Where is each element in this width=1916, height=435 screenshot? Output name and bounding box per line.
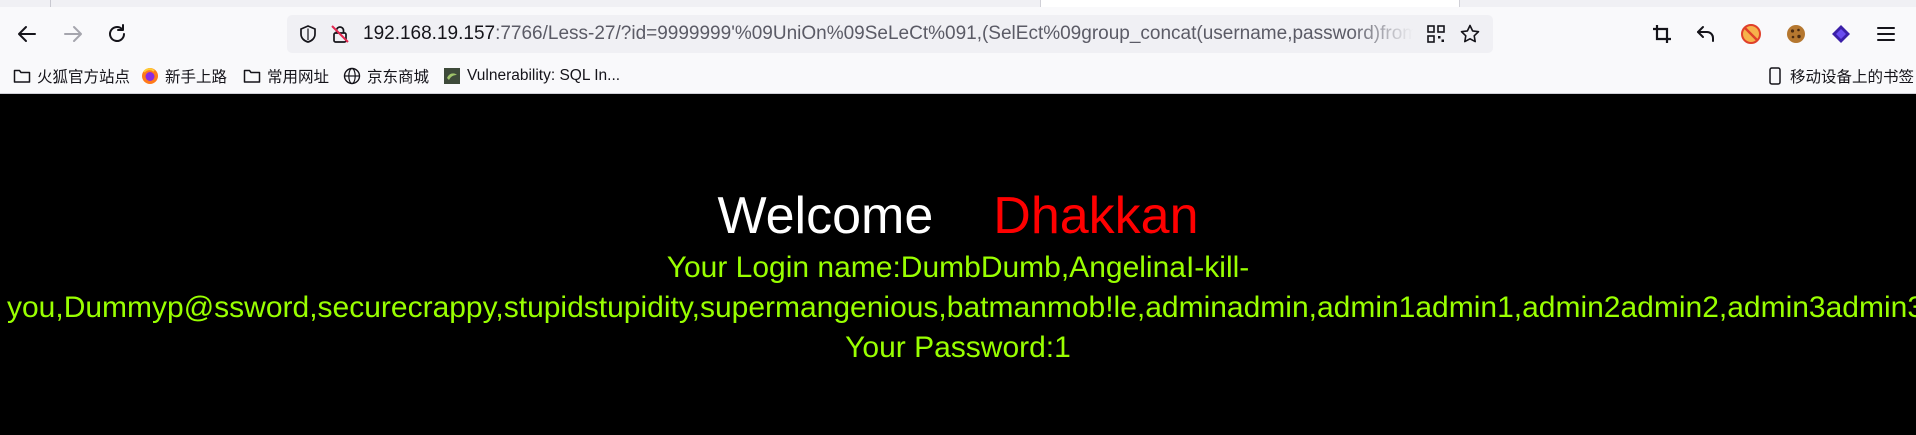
- dvwa-icon: [442, 66, 462, 86]
- folder-icon: [12, 66, 32, 86]
- block-extension-button[interactable]: [1734, 17, 1768, 51]
- tab-active-edge[interactable]: [1040, 0, 1460, 7]
- mobile-bookmarks-folder[interactable]: 移动设备上的书签: [1765, 62, 1914, 90]
- bookmark-item-firefox-official[interactable]: 火狐官方站点: [12, 62, 130, 90]
- welcome-username: Dhakkan: [993, 187, 1199, 245]
- qr-code-icon[interactable]: [1425, 23, 1447, 45]
- cookie-extension-button[interactable]: [1779, 17, 1813, 51]
- bookmark-label: 火狐官方站点: [37, 69, 131, 86]
- welcome-text: Welcome: [717, 187, 934, 245]
- bookmark-item-dvwa[interactable]: Vulnerability: SQL In...: [442, 62, 620, 90]
- forward-arrow-icon: [64, 26, 82, 42]
- bookmark-star-icon[interactable]: [1459, 23, 1481, 45]
- navigation-toolbar: 192.168.19.157:7766/Less-27/?id=9999999'…: [0, 9, 1916, 59]
- folder-icon: [242, 66, 262, 86]
- app-menu-button[interactable]: [1869, 17, 1903, 51]
- mobile-bookmarks-label: 移动设备上的书签: [1790, 69, 1915, 86]
- bookmark-item-getting-started[interactable]: 新手上路: [140, 62, 227, 90]
- back-button[interactable]: [9, 16, 45, 52]
- undo-button[interactable]: [1689, 17, 1723, 51]
- login-name-line: Your Login name:DumbDumb,AngelinaI-kill-: [666, 251, 1250, 284]
- bookmark-label: Vulnerability: SQL In...: [467, 67, 621, 84]
- globe-icon: [342, 66, 362, 86]
- password-line: Your Password:1: [845, 331, 1071, 364]
- firefox-icon: [140, 66, 160, 86]
- bookmarks-toolbar: 火狐官方站点 新手上路 常用网址 京东商城 Vulnerability: SQL…: [0, 59, 1916, 93]
- url-input[interactable]: 192.168.19.157:7766/Less-27/?id=9999999'…: [363, 15, 1413, 53]
- tab-strip: [0, 0, 1916, 7]
- bookmark-label: 新手上路: [165, 69, 228, 86]
- bookmark-label: 常用网址: [267, 69, 330, 86]
- page-content: Welcome Dhakkan Your Login name:DumbDumb,…: [0, 94, 1916, 435]
- insecure-lock-icon[interactable]: [329, 23, 351, 45]
- forward-button[interactable]: [55, 16, 91, 52]
- cookie-icon: [1787, 25, 1805, 43]
- reload-icon: [109, 24, 125, 42]
- reload-button[interactable]: [99, 16, 135, 52]
- undo-icon: [1697, 26, 1714, 42]
- extension-button[interactable]: [1824, 17, 1858, 51]
- hamburger-menu-icon: [1877, 27, 1895, 41]
- tab-divider: [50, 0, 51, 7]
- welcome-heading: Welcome Dhakkan: [0, 186, 1916, 246]
- url-path: :7766/Less-27/?id=9999999'%09UniOn%09SeL…: [495, 23, 1413, 44]
- crop-icon: [1653, 25, 1671, 43]
- bookmark-label: 京东商城: [367, 69, 430, 86]
- mobile-device-icon: [1765, 66, 1785, 86]
- browser-chrome: 192.168.19.157:7766/Less-27/?id=9999999'…: [0, 0, 1916, 94]
- no-tracking-icon: [1741, 24, 1761, 44]
- address-bar[interactable]: 192.168.19.157:7766/Less-27/?id=9999999'…: [287, 15, 1493, 53]
- layers-extension-icon: [1832, 25, 1850, 43]
- bookmark-item-jd-mall[interactable]: 京东商城: [342, 62, 429, 90]
- url-host: 192.168.19.157: [363, 23, 496, 44]
- login-result: Your Login name:DumbDumb,AngelinaI-kill-…: [0, 248, 1916, 368]
- bookmark-item-common-sites[interactable]: 常用网址: [242, 62, 329, 90]
- screenshot-crop-button[interactable]: [1645, 17, 1679, 51]
- login-name-continuation: you,Dummyp@ssword,securecrappy,stupidstu…: [7, 291, 1916, 324]
- back-arrow-icon: [18, 26, 36, 42]
- shield-icon[interactable]: [297, 23, 319, 45]
